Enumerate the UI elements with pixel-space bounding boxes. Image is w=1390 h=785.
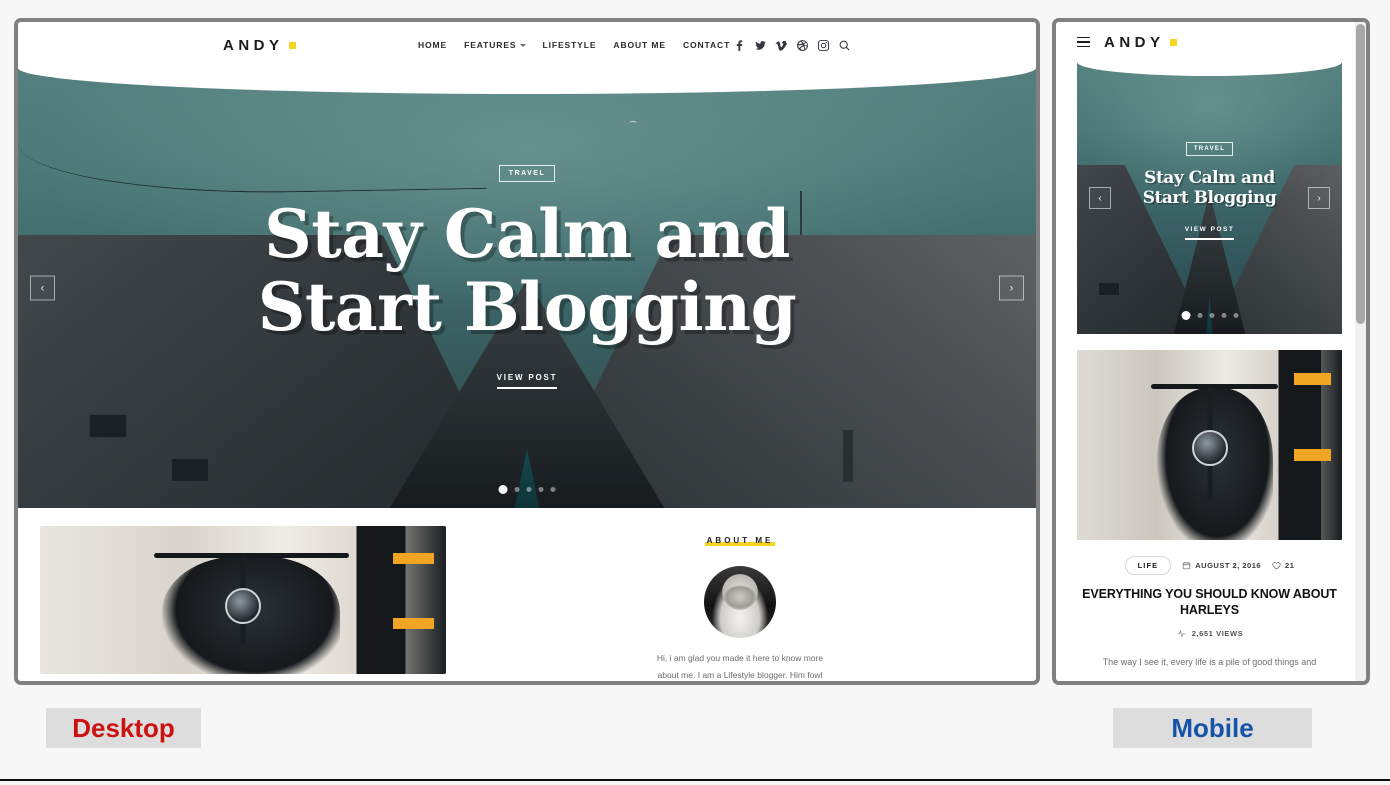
logo-text: ANDY	[1104, 33, 1165, 51]
carousel-dot-3[interactable]	[526, 487, 532, 492]
facebook-icon[interactable]	[733, 39, 746, 52]
mobile-carousel-dots	[1181, 311, 1238, 320]
mobile-post-card: LIFE AUGUST 2, 2016 21 EVERYTHING YOU SH…	[1077, 350, 1342, 671]
carousel-dots	[498, 485, 556, 494]
logo-dot	[288, 41, 296, 49]
post-date: AUGUST 2, 2016	[1182, 561, 1261, 570]
chevron-down-icon	[519, 44, 526, 47]
carousel-dot-5[interactable]	[550, 487, 556, 492]
bollard-stripe-top	[393, 552, 434, 564]
search-icon[interactable]	[838, 39, 851, 52]
nav-label: FEATURES	[464, 40, 517, 50]
bollard-stripe-bottom	[1294, 448, 1332, 461]
mobile-post-title[interactable]: EVERYTHING YOU SHOULD KNOW ABOUT HARLEYS	[1077, 587, 1342, 618]
mobile-post-featured-image[interactable]	[1077, 350, 1342, 540]
hero-title-line-2: Start Blogging	[257, 267, 797, 346]
calendar-icon	[1183, 562, 1191, 570]
page-root: ANDY HOME FEATURES LIFESTYLE ABOUT ME CO…	[0, 0, 1390, 785]
nav-item-about-me[interactable]: ABOUT ME	[613, 40, 666, 50]
nav-item-features[interactable]: FEATURES	[464, 40, 526, 50]
mobile-hero-content: TRAVEL Stay Calm and Start Blogging VIEW…	[1077, 62, 1342, 334]
post-category-pill[interactable]: LIFE	[1124, 556, 1172, 575]
vimeo-icon[interactable]	[775, 39, 788, 52]
page-bottom-rule	[0, 779, 1390, 781]
about-me-widget: ABOUT ME Hi, i am glad you made it here …	[466, 526, 1014, 681]
dribbble-icon[interactable]	[796, 39, 809, 52]
carousel-dot-2[interactable]	[514, 487, 520, 492]
mobile-carousel-dot-3[interactable]	[1209, 313, 1214, 318]
site-header: ANDY HOME FEATURES LIFESTYLE ABOUT ME CO…	[18, 22, 1036, 68]
bollard-stripe-bottom	[393, 617, 434, 629]
site-logo[interactable]: ANDY	[223, 37, 296, 54]
mobile-hero-view-post-button[interactable]: VIEW POST	[1184, 226, 1235, 241]
logo-dot	[1169, 38, 1177, 46]
about-me-heading: ABOUT ME	[704, 536, 776, 546]
heart-icon	[1272, 562, 1281, 570]
hero-category-badge[interactable]: TRAVEL	[498, 164, 556, 182]
logo-text: ANDY	[223, 36, 284, 54]
nav-label: LIFESTYLE	[542, 40, 597, 50]
motorcycle-headlamp	[1191, 429, 1228, 466]
mobile-carousel-dot-4[interactable]	[1221, 313, 1226, 318]
hero-title-line-1: Stay Calm and	[264, 194, 790, 273]
nav-label: HOME	[418, 40, 448, 50]
mobile-hero-title-line-2: Start Blogging	[1142, 188, 1277, 208]
bollard-stripe-top	[1294, 372, 1332, 385]
motorcycle-handlebar	[153, 552, 349, 558]
mobile-post-meta: LIFE AUGUST 2, 2016 21	[1077, 556, 1342, 575]
mobile-carousel-dot-5[interactable]	[1233, 313, 1238, 318]
mobile-header: ANDY	[1056, 22, 1363, 62]
hero-slider: TRAVEL Stay Calm and Start Blogging VIEW…	[18, 68, 1036, 508]
desktop-label: Desktop	[46, 708, 201, 748]
twitter-icon[interactable]	[754, 39, 767, 52]
instagram-icon[interactable]	[817, 39, 830, 52]
mobile-hero-category-badge[interactable]: TRAVEL	[1185, 141, 1234, 156]
mobile-hero-slider: TRAVEL Stay Calm and Start Blogging VIEW…	[1077, 62, 1342, 334]
mobile-hero-title-line-1: Stay Calm and	[1144, 167, 1275, 188]
mobile-page-body: ANDY TRAVEL Stay Calm and Start Blogging…	[1056, 22, 1363, 671]
post-likes-count: 21	[1285, 561, 1295, 570]
carousel-dot-4[interactable]	[538, 487, 544, 492]
nav-item-lifestyle[interactable]: LIFESTYLE	[543, 40, 597, 50]
mobile-site-logo[interactable]: ANDY	[1104, 34, 1177, 51]
hamburger-menu-icon[interactable]	[1077, 36, 1090, 48]
mobile-carousel-next-arrow[interactable]: ›	[1308, 187, 1330, 209]
nav-label: CONTACT	[682, 40, 731, 50]
nav-item-home[interactable]: HOME	[418, 40, 447, 50]
mobile-post-views: 2,651 VIEWS	[1077, 629, 1342, 638]
about-me-text: Hi, i am glad you made it here to know m…	[656, 653, 824, 681]
mobile-carousel-dot-2[interactable]	[1197, 313, 1202, 318]
desktop-preview-frame: ANDY HOME FEATURES LIFESTYLE ABOUT ME CO…	[14, 18, 1040, 685]
nav-label: ABOUT ME	[613, 40, 666, 50]
nav-item-contact[interactable]: CONTACT	[683, 40, 730, 50]
mobile-label: Mobile	[1113, 708, 1312, 748]
post-likes[interactable]: 21	[1272, 561, 1294, 570]
content-row: ABOUT ME Hi, i am glad you made it here …	[18, 508, 1036, 681]
hero-title: Stay Calm and Start Blogging	[258, 198, 797, 343]
mobile-carousel-dot-1[interactable]	[1181, 311, 1190, 320]
hero-content: TRAVEL Stay Calm and Start Blogging VIEW…	[18, 68, 1036, 508]
post-views-text: 2,651 VIEWS	[1191, 629, 1244, 639]
mobile-scrollbar-thumb[interactable]	[1356, 24, 1365, 324]
carousel-dot-1[interactable]	[498, 485, 508, 494]
carousel-prev-arrow[interactable]: ‹	[30, 275, 55, 301]
motorcycle-handlebar	[1151, 384, 1279, 390]
post-featured-image[interactable]	[40, 526, 446, 674]
mobile-post-excerpt: The way I see it, every life is a pile o…	[1102, 657, 1317, 668]
carousel-next-arrow[interactable]: ›	[999, 275, 1024, 301]
social-links	[733, 39, 851, 52]
hero-view-post-button[interactable]: VIEW POST	[496, 373, 558, 390]
post-date-text: AUGUST 2, 2016	[1195, 561, 1262, 570]
motorcycle-headlamp	[225, 588, 261, 625]
pulse-icon	[1177, 630, 1185, 638]
desktop-viewport: ANDY HOME FEATURES LIFESTYLE ABOUT ME CO…	[18, 22, 1036, 681]
mobile-hero-title: Stay Calm and Start Blogging	[1143, 168, 1277, 208]
mobile-viewport: ANDY TRAVEL Stay Calm and Start Blogging…	[1056, 22, 1366, 681]
mobile-scrollbar-track[interactable]	[1355, 22, 1366, 681]
mobile-preview-frame: ANDY TRAVEL Stay Calm and Start Blogging…	[1052, 18, 1370, 685]
main-navigation: HOME FEATURES LIFESTYLE ABOUT ME CONTACT	[418, 40, 730, 50]
avatar	[704, 566, 776, 638]
mobile-carousel-prev-arrow[interactable]: ‹	[1089, 187, 1111, 209]
